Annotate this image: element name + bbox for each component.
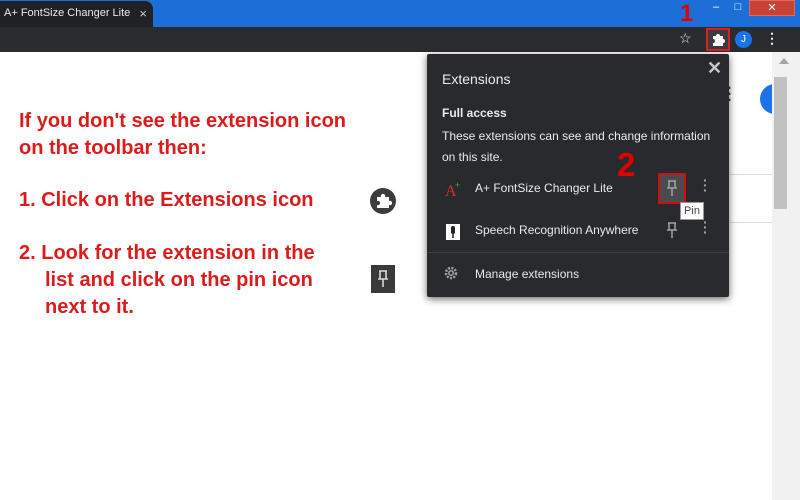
popup-title: Extensions — [442, 71, 511, 87]
instruction-step-1: 1. Click on the Extensions icon — [19, 189, 314, 211]
extensions-popup: Extensions ✕ Full access These extension… — [427, 54, 729, 297]
popup-divider — [427, 252, 729, 253]
bookmark-star-icon[interactable]: ☆ — [679, 30, 692, 47]
more-options-icon[interactable]: · · · — [703, 215, 708, 239]
instruction-step-2-cont: next to it. — [45, 296, 134, 318]
browser-tab[interactable]: A+ FontSize Changer Lite - Chrome × — [0, 1, 153, 27]
scroll-thumb[interactable] — [774, 77, 787, 209]
scroll-up-arrow-icon[interactable] — [779, 58, 789, 64]
pin-button[interactable] — [658, 173, 686, 204]
pin-icon — [667, 180, 677, 196]
full-access-heading: Full access — [442, 106, 507, 120]
access-description: These extensions can see and change info… — [442, 129, 711, 164]
close-icon[interactable]: ✕ — [707, 58, 722, 79]
pin-icon — [371, 265, 395, 293]
instruction-line: If you don't see the extension icon — [19, 110, 347, 132]
callout-number-1: 1 — [680, 0, 694, 27]
minimize-button[interactable]: – — [705, 0, 727, 16]
instruction-step-2-cont: list and click on the pin icon — [45, 269, 313, 291]
browser-menu-icon[interactable]: ⋮ — [765, 30, 779, 47]
extension-name: A+ FontSize Changer Lite — [475, 181, 613, 195]
gear-icon — [444, 266, 458, 280]
instruction-line: on the toolbar then: — [19, 137, 207, 159]
font-size-icon: A + — [445, 180, 460, 200]
tab-close-icon[interactable]: × — [139, 1, 147, 26]
page-divider — [730, 222, 772, 223]
callout-number-2: 2 — [617, 146, 636, 183]
microphone-icon — [446, 224, 460, 240]
scrollbar[interactable] — [772, 52, 800, 500]
page-divider — [730, 174, 772, 175]
pin-tooltip: Pin — [680, 202, 704, 220]
extension-name: Speech Recognition Anywhere — [475, 223, 639, 237]
browser-toolbar: ☆ J ⋮ — [0, 27, 800, 52]
extensions-button[interactable] — [706, 28, 730, 51]
manage-extensions-item[interactable]: Manage extensions — [427, 259, 729, 289]
more-options-icon[interactable]: · · · — [703, 173, 708, 197]
svg-text:+: + — [455, 180, 460, 190]
avatar[interactable]: J — [735, 31, 752, 48]
tab-title: A+ FontSize Changer Lite - Chrome — [4, 7, 130, 19]
manage-extensions-label: Manage extensions — [475, 267, 580, 281]
close-window-button[interactable]: ✕ — [749, 0, 795, 16]
maximize-button[interactable]: □ — [727, 0, 749, 16]
instruction-step-2: 2. Look for the extension in the — [19, 242, 315, 264]
puzzle-icon — [713, 34, 725, 46]
puzzle-icon — [370, 188, 396, 214]
